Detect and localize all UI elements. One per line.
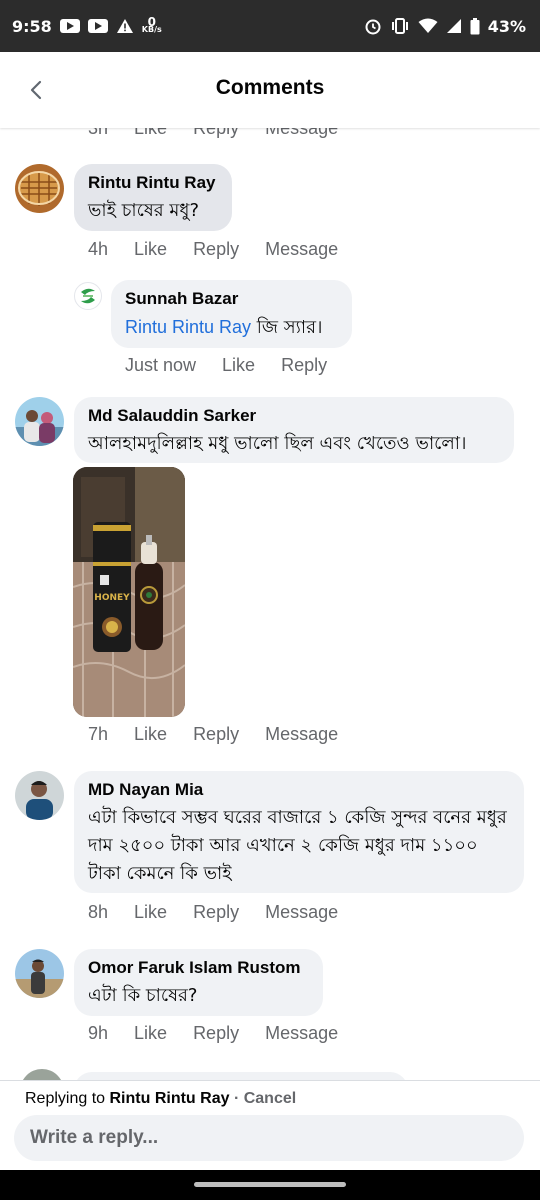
message-button[interactable]: Message: [265, 128, 338, 139]
comment-actions: 8h Like Reply Message: [88, 902, 364, 923]
comment-bubble[interactable]: MD Nayan Mia এটা কিভাবে সম্ভব ঘরের বাজার…: [74, 771, 524, 893]
mention-link[interactable]: Rintu Rintu Ray: [125, 317, 251, 337]
comment-actions: 7h Like Reply Message: [88, 724, 364, 745]
comment-time: 9h: [88, 1023, 109, 1043]
reply-button[interactable]: Reply: [193, 128, 239, 139]
app-header: Comments: [0, 52, 540, 128]
replying-to-label: Replying to Rintu Rintu Ray · Cancel: [25, 1090, 297, 1107]
comment-bubble[interactable]: Rintu Rintu Ray ভাই চাষের মধু?: [74, 164, 232, 231]
comment-author[interactable]: Omor Faruk Islam Rustom: [88, 958, 309, 978]
reply-input[interactable]: [14, 1115, 524, 1161]
youtube-icon: [59, 19, 80, 33]
comment-author[interactable]: Sunnah Bazar: [125, 289, 338, 309]
message-button[interactable]: Message: [265, 1023, 338, 1044]
comment-time: Just now: [125, 355, 197, 375]
like-button[interactable]: Like: [134, 902, 167, 923]
comment-actions: Just now Like Reply: [125, 355, 353, 376]
avatar[interactable]: [15, 771, 64, 820]
comment-text: ভাই চাষের মধু?: [88, 200, 200, 221]
avatar[interactable]: [74, 282, 102, 310]
youtube-icon: [87, 19, 108, 33]
system-nav-bar: [0, 1170, 540, 1200]
comment-text: এটা কিভাবে সম্ভব ঘরের বাজারে ১ কেজি সুন্…: [88, 807, 507, 884]
like-button[interactable]: Like: [134, 1023, 167, 1044]
comment-actions-partial: 3h Like Reply Message: [88, 128, 338, 139]
comment-author[interactable]: Rintu Rintu Ray: [88, 173, 218, 193]
alarm-icon: [364, 17, 382, 35]
reply-button[interactable]: Reply: [193, 724, 239, 745]
avatar[interactable]: [20, 1069, 64, 1080]
message-button[interactable]: Message: [265, 724, 338, 745]
comment-time: 4h: [88, 239, 109, 259]
comment-author[interactable]: Md Salauddin Sarker: [88, 406, 500, 426]
reply-button[interactable]: Reply: [193, 902, 239, 923]
comment-actions: 4h Like Reply Message: [88, 239, 364, 260]
comment-text: জি স্যার।: [251, 317, 323, 338]
reply-button[interactable]: Reply: [281, 355, 327, 376]
cancel-reply-button[interactable]: Cancel: [244, 1090, 296, 1107]
comment-photo[interactable]: HONEY: [73, 467, 185, 717]
avatar[interactable]: [15, 949, 64, 998]
message-button[interactable]: Message: [265, 239, 338, 260]
comment-text: এটা কি চাষের?: [88, 985, 198, 1006]
like-button[interactable]: Like: [134, 724, 167, 745]
like-button[interactable]: Like: [222, 355, 255, 376]
home-gesture-handle[interactable]: [194, 1182, 346, 1187]
like-button[interactable]: Like: [134, 128, 167, 139]
signal-icon: [446, 18, 462, 34]
battery-level: 43%: [487, 16, 526, 36]
message-button[interactable]: Message: [265, 902, 338, 923]
avatar[interactable]: [15, 397, 64, 446]
warning-icon: [116, 18, 134, 34]
comments-list[interactable]: 3h Like Reply Message Rintu Rintu Ray ভা…: [0, 128, 540, 1080]
comment-time: 7h: [88, 724, 109, 744]
comment-bubble[interactable]: Omor Faruk Islam Rustom এটা কি চাষের?: [74, 949, 323, 1016]
battery-icon: [470, 17, 480, 35]
comment-bubble[interactable]: [74, 1072, 408, 1080]
comment-actions: 9h Like Reply Message: [88, 1023, 364, 1044]
clock: 9:58: [12, 16, 52, 36]
comment-text: আলহামদুলিল্লাহ মধু ভালো ছিল এবং খেতেও ভা…: [88, 433, 467, 454]
reply-composer: Replying to Rintu Rintu Ray · Cancel: [0, 1080, 540, 1171]
comment-bubble[interactable]: Sunnah Bazar Rintu Rintu Ray জি স্যার।: [111, 280, 352, 348]
like-button[interactable]: Like: [134, 239, 167, 260]
vibrate-icon: [390, 18, 410, 34]
photo-label: HONEY: [94, 593, 130, 603]
wifi-icon: [418, 18, 438, 34]
page-title: Comments: [215, 76, 325, 99]
comment-time: 3h: [88, 128, 109, 138]
comment-author[interactable]: MD Nayan Mia: [88, 780, 510, 800]
comment-time: 8h: [88, 902, 109, 922]
network-speed: 0 KB/s: [141, 15, 162, 34]
reply-button[interactable]: Reply: [193, 1023, 239, 1044]
comment-bubble[interactable]: Md Salauddin Sarker আলহামদুলিল্লাহ মধু ভ…: [74, 397, 514, 463]
reply-target: Rintu Rintu Ray: [109, 1090, 230, 1107]
avatar[interactable]: [15, 164, 64, 213]
status-bar: 9:58 0 KB/s 43%: [0, 0, 540, 52]
reply-button[interactable]: Reply: [193, 239, 239, 260]
